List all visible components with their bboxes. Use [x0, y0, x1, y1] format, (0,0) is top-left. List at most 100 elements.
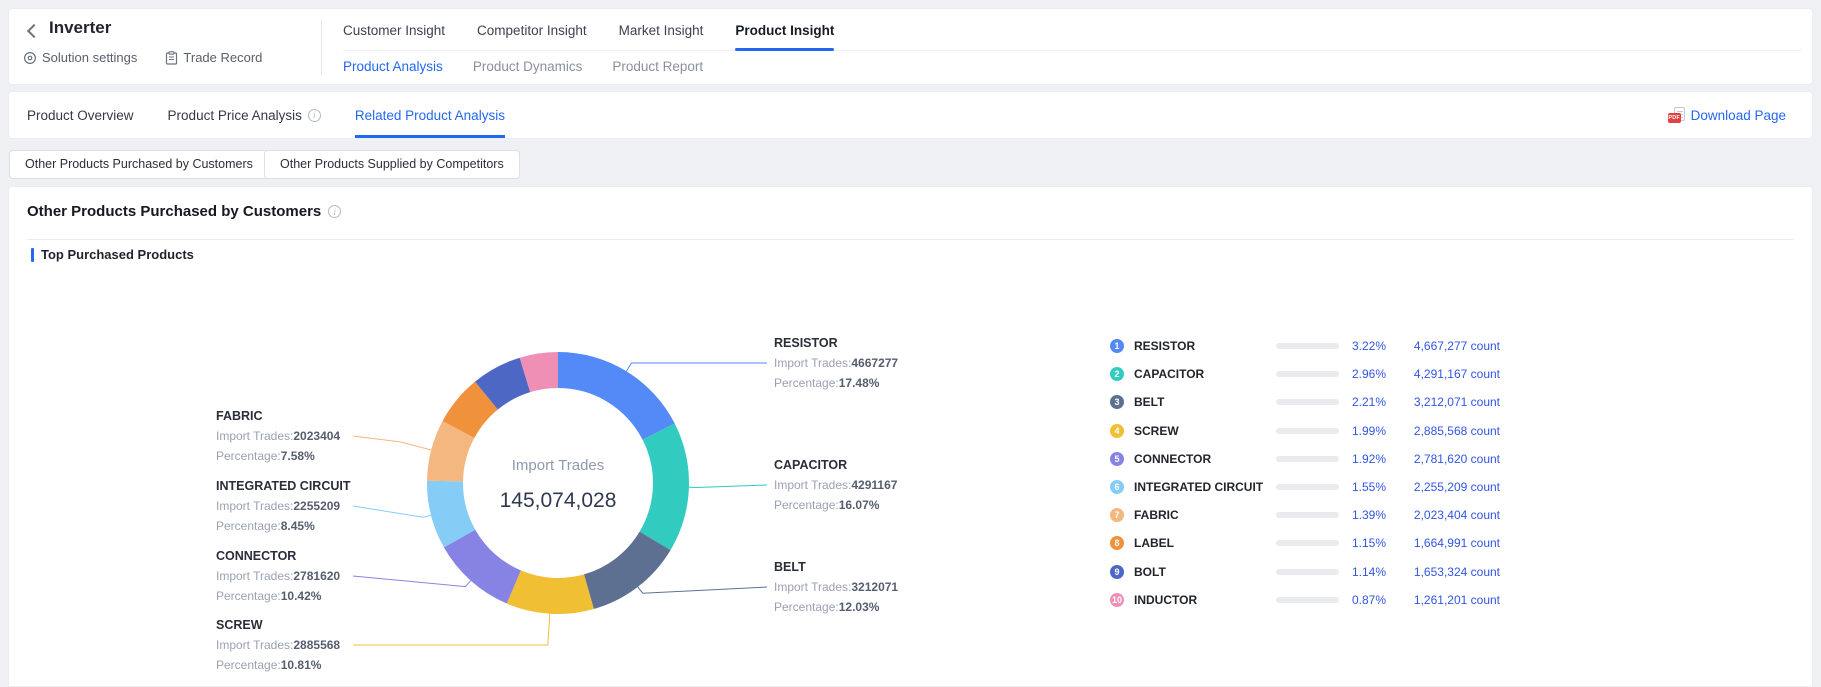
legend-count: 4,291,167 count [1370, 367, 1500, 381]
download-page-button[interactable]: PDF Download Page [1668, 92, 1786, 138]
tool-tab-product-overview[interactable]: Product Overview [27, 92, 134, 138]
legend-count: 2,885,568 count [1370, 424, 1500, 438]
legend-rank-badge: 10 [1110, 593, 1124, 607]
legend-row-bolt[interactable]: 9BOLT1.14%1,653,324 count [1110, 558, 1500, 586]
legend-name: BELT [1134, 395, 1164, 409]
callout-name: FABRIC [216, 406, 366, 426]
legend-rank-badge: 5 [1110, 452, 1124, 466]
filter-button-other-products-purchased-by-customers[interactable]: Other Products Purchased by Customers [9, 150, 269, 179]
leader-line-capacitor [689, 485, 767, 488]
back-chevron-icon[interactable] [27, 24, 41, 38]
callout-fabric: FABRICImport Trades:2023404Percentage:7.… [216, 406, 366, 466]
callout-name: BELT [774, 557, 924, 577]
callout-trades: Import Trades:2781620 [216, 566, 366, 586]
donut-chart[interactable] [9, 187, 1159, 687]
download-page-label: Download Page [1691, 108, 1786, 123]
legend-name: SCREW [1134, 424, 1179, 438]
header-links: Solution settings Trade Record [23, 50, 262, 65]
callout-percentage: Percentage:17.48% [774, 373, 924, 393]
legend-name: BOLT [1134, 565, 1166, 579]
donut-center-label: Import Trades [448, 457, 668, 474]
leader-line-resistor [626, 363, 767, 371]
filter-button-other-products-supplied-by-competitors[interactable]: Other Products Supplied by Competitors [264, 150, 520, 179]
tool-tab-label: Related Product Analysis [355, 108, 505, 123]
tab-competitor-insight[interactable]: Competitor Insight [477, 13, 587, 50]
legend-count: 2,781,620 count [1370, 452, 1500, 466]
chart-legend: 1RESISTOR3.22%4,667,277 count2CAPACITOR2… [1110, 332, 1500, 614]
tab-market-insight[interactable]: Market Insight [619, 13, 704, 50]
callout-integrated-circuit: INTEGRATED CIRCUITImport Trades:2255209P… [216, 476, 366, 536]
callout-name: CONNECTOR [216, 546, 366, 566]
callout-name: SCREW [216, 615, 366, 635]
info-icon[interactable]: i [308, 109, 321, 122]
legend-count: 4,667,277 count [1370, 339, 1500, 353]
donut-center-value: 145,074,028 [428, 489, 688, 513]
callout-percentage: Percentage:7.58% [216, 446, 366, 466]
legend-name: RESISTOR [1134, 339, 1195, 353]
legend-row-belt[interactable]: 3BELT2.21%3,212,071 count [1110, 388, 1500, 416]
donut-segment-screw[interactable] [507, 570, 594, 614]
legend-rank-badge: 6 [1110, 480, 1124, 494]
callout-capacitor: CAPACITORImport Trades:4291167Percentage… [774, 455, 924, 515]
callout-trades: Import Trades:4667277 [774, 353, 924, 373]
clipboard-icon [165, 51, 178, 65]
legend-row-integrated-circuit[interactable]: 6INTEGRATED CIRCUIT1.55%2,255,209 count [1110, 473, 1500, 501]
tool-tab-label: Product Overview [27, 108, 134, 123]
legend-count: 3,212,071 count [1370, 395, 1500, 409]
callout-percentage: Percentage:12.03% [774, 597, 924, 617]
leader-line-belt [638, 587, 767, 593]
donut-segment-resistor[interactable] [558, 352, 675, 440]
leader-line-connector [353, 576, 471, 587]
legend-row-resistor[interactable]: 1RESISTOR3.22%4,667,277 count [1110, 332, 1500, 360]
legend-name: INDUCTOR [1134, 593, 1197, 607]
legend-row-inductor[interactable]: 10INDUCTOR0.87%1,261,201 count [1110, 586, 1500, 614]
legend-count: 1,664,991 count [1370, 536, 1500, 550]
callout-connector: CONNECTORImport Trades:2781620Percentage… [216, 546, 366, 606]
legend-name: CAPACITOR [1134, 367, 1204, 381]
legend-row-capacitor[interactable]: 2CAPACITOR2.96%4,291,167 count [1110, 360, 1500, 388]
legend-row-label[interactable]: 8LABEL1.15%1,664,991 count [1110, 529, 1500, 557]
callout-belt: BELTImport Trades:3212071Percentage:12.0… [774, 557, 924, 617]
page-header: Inverter Solution settingsTrade Record C… [8, 8, 1813, 85]
callout-name: RESISTOR [774, 333, 924, 353]
callout-name: INTEGRATED CIRCUIT [216, 476, 366, 496]
legend-row-screw[interactable]: 4SCREW1.99%2,885,568 count [1110, 417, 1500, 445]
callout-trades: Import Trades:3212071 [774, 577, 924, 597]
callout-trades: Import Trades:2023404 [216, 426, 366, 446]
legend-rank-badge: 8 [1110, 536, 1124, 550]
main-content-panel: Other Products Purchased by Customers i … [8, 186, 1813, 686]
legend-row-connector[interactable]: 5CONNECTOR1.92%2,781,620 count [1110, 445, 1500, 473]
tab-customer-insight[interactable]: Customer Insight [343, 13, 445, 50]
header-link-solution-settings[interactable]: Solution settings [23, 50, 137, 65]
callout-trades: Import Trades:4291167 [774, 475, 924, 495]
legend-name: FABRIC [1134, 508, 1179, 522]
tool-tab-product-price-analysis[interactable]: Product Price Analysis i [168, 92, 321, 138]
legend-count: 2,255,209 count [1370, 480, 1500, 494]
toolbar-tabs: Product Overview Product Price Analysis i R… [27, 92, 505, 138]
legend-rank-badge: 3 [1110, 395, 1124, 409]
legend-rank-badge: 7 [1110, 508, 1124, 522]
target-icon [23, 51, 37, 65]
legend-name: LABEL [1134, 536, 1174, 550]
header-divider [321, 19, 322, 75]
callout-percentage: Percentage:10.81% [216, 655, 366, 675]
donut-segment-capacitor[interactable] [640, 423, 689, 550]
header-link-label: Solution settings [42, 50, 137, 65]
tool-tab-related-product-analysis[interactable]: Related Product Analysis [355, 92, 505, 138]
legend-name: INTEGRATED CIRCUIT [1134, 480, 1263, 494]
callout-screw: SCREWImport Trades:2885568Percentage:10.… [216, 615, 366, 675]
legend-count: 2,023,404 count [1370, 508, 1500, 522]
legend-rank-badge: 4 [1110, 424, 1124, 438]
tool-tab-label: Product Price Analysis [168, 108, 302, 123]
header-link-trade-record[interactable]: Trade Record [165, 50, 262, 65]
donut-segment-belt[interactable] [584, 532, 671, 609]
insight-tabs: Customer Insight Competitor Insight Market… [343, 13, 1802, 51]
header-link-label: Trade Record [183, 50, 262, 65]
subtab-product-report[interactable]: Product Report [612, 53, 703, 81]
subtab-product-dynamics[interactable]: Product Dynamics [473, 53, 583, 81]
legend-count: 1,261,201 count [1370, 593, 1500, 607]
tab-product-insight[interactable]: Product Insight [735, 13, 834, 50]
subtab-product-analysis[interactable]: Product Analysis [343, 53, 443, 81]
legend-row-fabric[interactable]: 7FABRIC1.39%2,023,404 count [1110, 501, 1500, 529]
pdf-icon: PDF [1668, 107, 1685, 123]
